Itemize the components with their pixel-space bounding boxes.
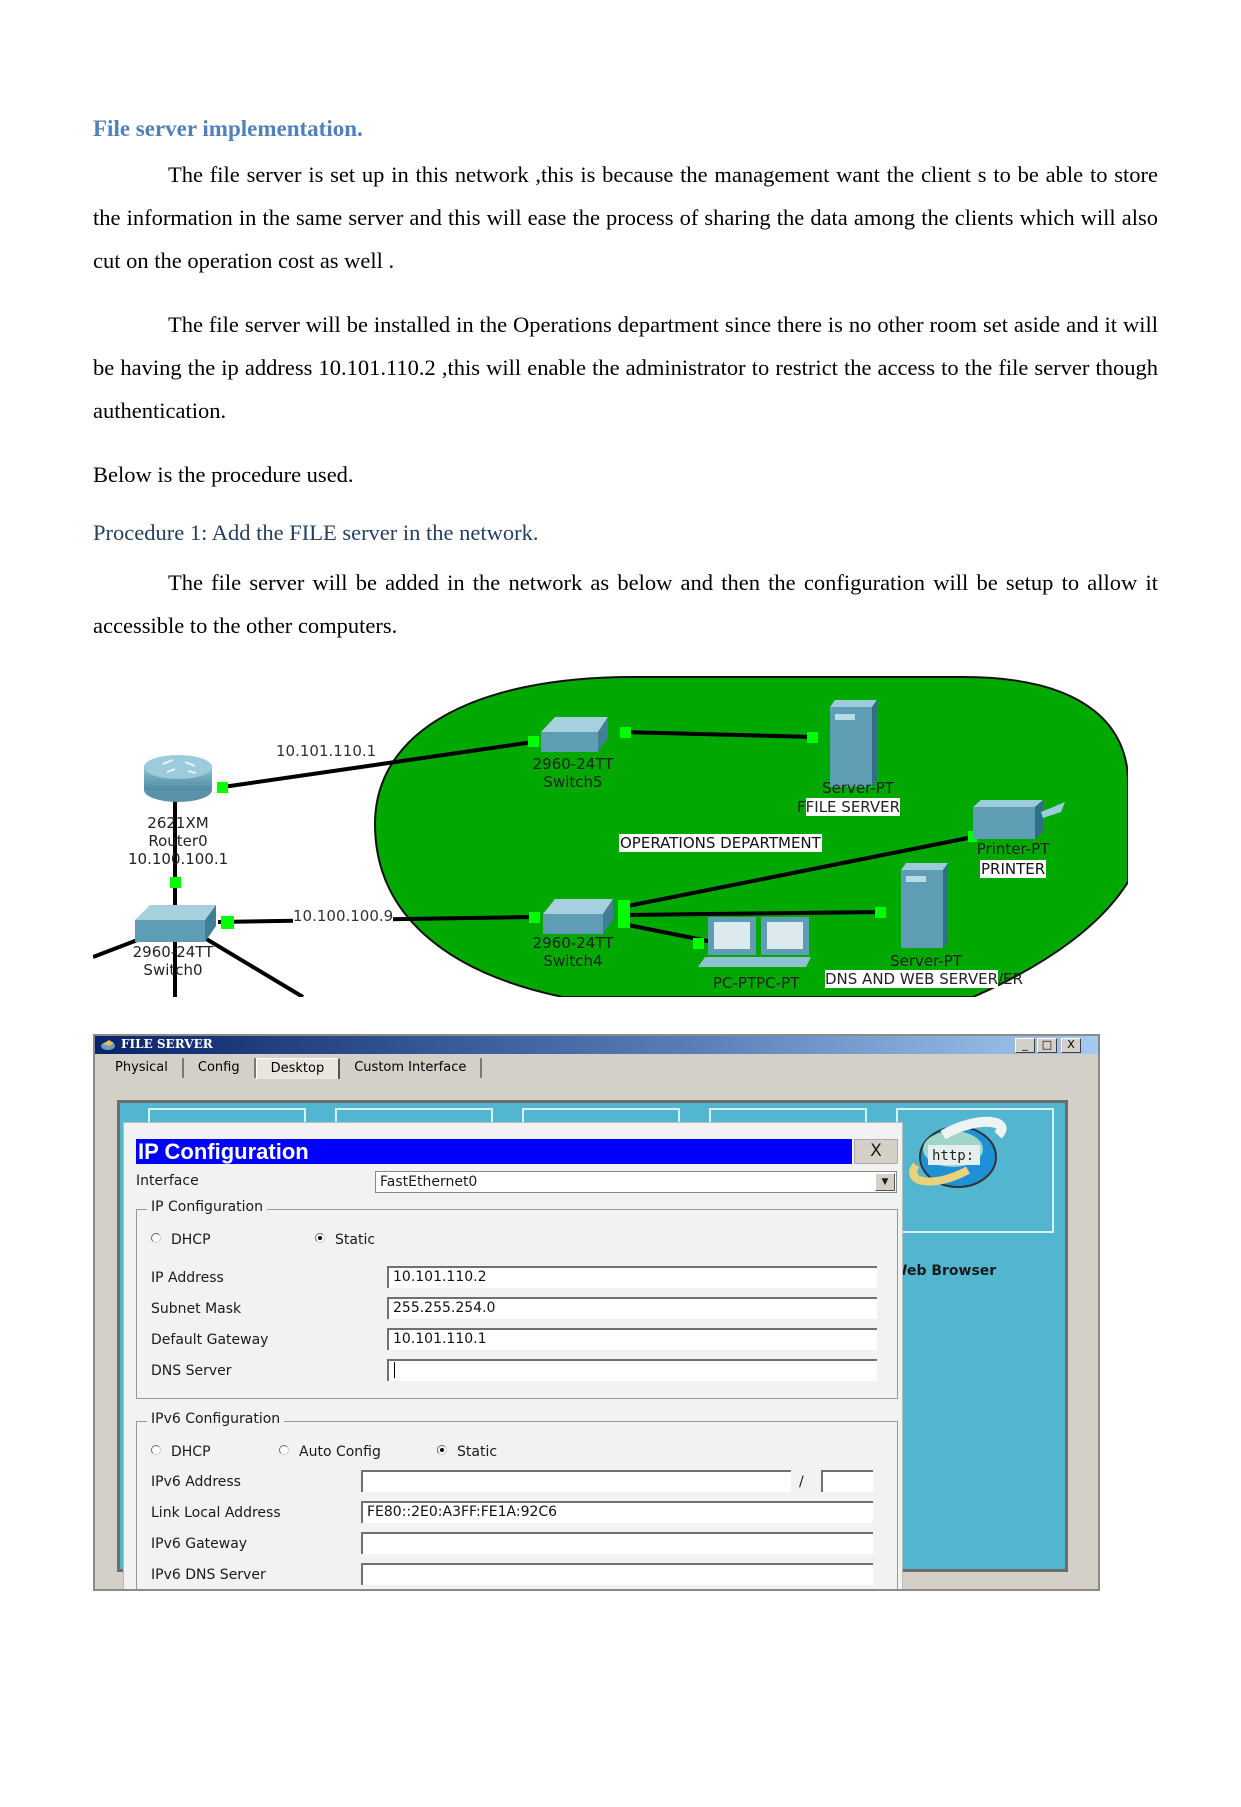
browser-icon-text: http: <box>932 1148 974 1164</box>
interface-label: Interface <box>136 1173 199 1189</box>
file-server-window: FILE SERVER _ □ X Physical Config Deskto… <box>93 1034 1100 1591</box>
printer-name-label: PRINTER <box>980 860 1047 878</box>
router-icon <box>144 755 212 802</box>
procedure-heading: Procedure 1: Add the FILE server in the … <box>93 520 539 545</box>
switch5-label: 2960-24TT Switch5 <box>532 755 614 791</box>
radio-unselected-icon <box>279 1445 289 1455</box>
file-server-model-label: Server-PT <box>822 779 894 797</box>
link-label-router-switch5: 10.101.110.1 <box>276 742 377 760</box>
paragraph-location: The file server will be installed in the… <box>93 312 1158 423</box>
section-heading: File server implementation. <box>93 116 363 141</box>
tab-desktop[interactable]: Desktop <box>255 1058 341 1079</box>
ipv4-static-radio[interactable]: Static <box>315 1232 375 1248</box>
ipv6-group-legend: IPv6 Configuration <box>147 1411 285 1427</box>
paragraph-intro: The file server is set up in this networ… <box>93 162 1158 273</box>
file-server-name-label: FFILE SERVER <box>797 798 901 816</box>
link-label-switch0-switch4: 10.100.100.9 <box>293 907 394 925</box>
ipv6-gateway-input[interactable] <box>361 1532 873 1554</box>
switch0-icon <box>135 905 216 942</box>
operations-zone-label: OPERATIONS DEPARTMENT <box>619 834 822 852</box>
switch0-label: 2960-24TT Switch0 <box>132 943 214 979</box>
paragraph-procedure-intro: Below is the procedure used. <box>93 462 354 487</box>
ipv6-prefix-input[interactable] <box>821 1470 873 1492</box>
window-title: FILE SERVER <box>121 1037 213 1051</box>
radio-unselected-icon <box>151 1445 161 1455</box>
text-cursor <box>394 1362 395 1378</box>
link-local-address-label: Link Local Address <box>151 1505 281 1521</box>
ipv6-static-radio[interactable]: Static <box>437 1444 497 1460</box>
ipv4-group-legend: IP Configuration <box>147 1199 267 1215</box>
web-browser-tile[interactable]: http: <box>896 1108 1054 1233</box>
close-button[interactable]: X <box>1061 1038 1081 1053</box>
web-browser-label: Web Browser <box>892 1263 997 1279</box>
ipv6-dhcp-radio[interactable]: DHCP <box>151 1444 211 1460</box>
default-gateway-input[interactable]: 10.101.110.1 <box>387 1328 877 1350</box>
subnet-mask-input[interactable]: 255.255.254.0 <box>387 1297 877 1319</box>
ip-config-close-button[interactable]: X <box>854 1139 898 1164</box>
ipv4-dhcp-radio[interactable]: DHCP <box>151 1232 211 1248</box>
web-browser-icon: http: <box>909 1116 1007 1188</box>
ip-configuration-dialog: IP Configuration X Interface FastEtherne… <box>123 1122 903 1589</box>
packet-tracer-icon <box>101 1040 115 1050</box>
printer-model-label: Printer-PT <box>976 840 1050 858</box>
ipv4-config-group: IP Configuration DHCP Static IP Address … <box>136 1199 898 1399</box>
dns-server-icon <box>901 863 948 948</box>
ipv6-autoconfig-radio[interactable]: Auto Config <box>279 1444 381 1460</box>
maximize-button[interactable]: □ <box>1037 1038 1057 1053</box>
link-local-address-input[interactable]: FE80::2E0:A3FF:FE1A:92C6 <box>361 1501 873 1523</box>
switch5-icon <box>541 717 608 752</box>
chevron-down-icon[interactable]: ▼ <box>875 1173 895 1191</box>
dns-server-model-label: Server-PT <box>890 952 962 970</box>
switch4-label: 2960-24TT Switch4 <box>532 934 614 970</box>
minimize-button[interactable]: _ <box>1015 1038 1035 1053</box>
ipv6-config-group: IPv6 Configuration DHCP Auto Config Stat… <box>136 1411 898 1589</box>
paragraph-procedure: The file server will be added in the net… <box>93 570 1158 638</box>
interface-value: FastEthernet0 <box>380 1174 478 1190</box>
default-gateway-label: Default Gateway <box>151 1332 269 1348</box>
window-tabs: Physical Config Desktop Custom Interface <box>101 1058 483 1079</box>
ipv6-dns-server-input[interactable] <box>361 1563 873 1585</box>
prefix-separator: / <box>799 1474 804 1490</box>
dns-server-label: DNS Server <box>151 1363 232 1379</box>
ipv6-gateway-label: IPv6 Gateway <box>151 1536 248 1552</box>
window-titlebar[interactable]: FILE SERVER _ □ X <box>95 1036 1098 1054</box>
ipv6-address-label: IPv6 Address <box>151 1474 241 1490</box>
dns-server-name-label: DNS AND WEB SERVER/ER <box>825 970 1023 988</box>
subnet-mask-label: Subnet Mask <box>151 1301 242 1317</box>
interface-select[interactable]: FastEthernet0 ▼ <box>375 1171 897 1193</box>
radio-unselected-icon <box>151 1233 161 1243</box>
tab-config[interactable]: Config <box>184 1058 256 1078</box>
switch4-icon <box>543 899 613 934</box>
radio-selected-icon <box>315 1233 325 1243</box>
pc-label: PC-PTPC-PT <box>713 974 800 992</box>
tab-physical[interactable]: Physical <box>101 1058 184 1078</box>
radio-selected-icon <box>437 1445 447 1455</box>
ip-config-title: IP Configuration <box>136 1139 852 1164</box>
router-label: 2621XM Router0 10.100.100.1 <box>128 814 229 868</box>
ip-address-input[interactable]: 10.101.110.2 <box>387 1266 877 1288</box>
ipv6-dns-server-label: IPv6 DNS Server <box>151 1567 266 1583</box>
file-server-icon <box>830 700 877 787</box>
tab-custom-interface[interactable]: Custom Interface <box>340 1058 483 1078</box>
ip-address-label: IP Address <box>151 1270 224 1286</box>
dns-server-input[interactable] <box>387 1359 877 1381</box>
network-diagram: 10.101.110.1 2621XM Router0 10.100.100.1… <box>93 672 1128 997</box>
ipv6-address-input[interactable] <box>361 1470 791 1492</box>
